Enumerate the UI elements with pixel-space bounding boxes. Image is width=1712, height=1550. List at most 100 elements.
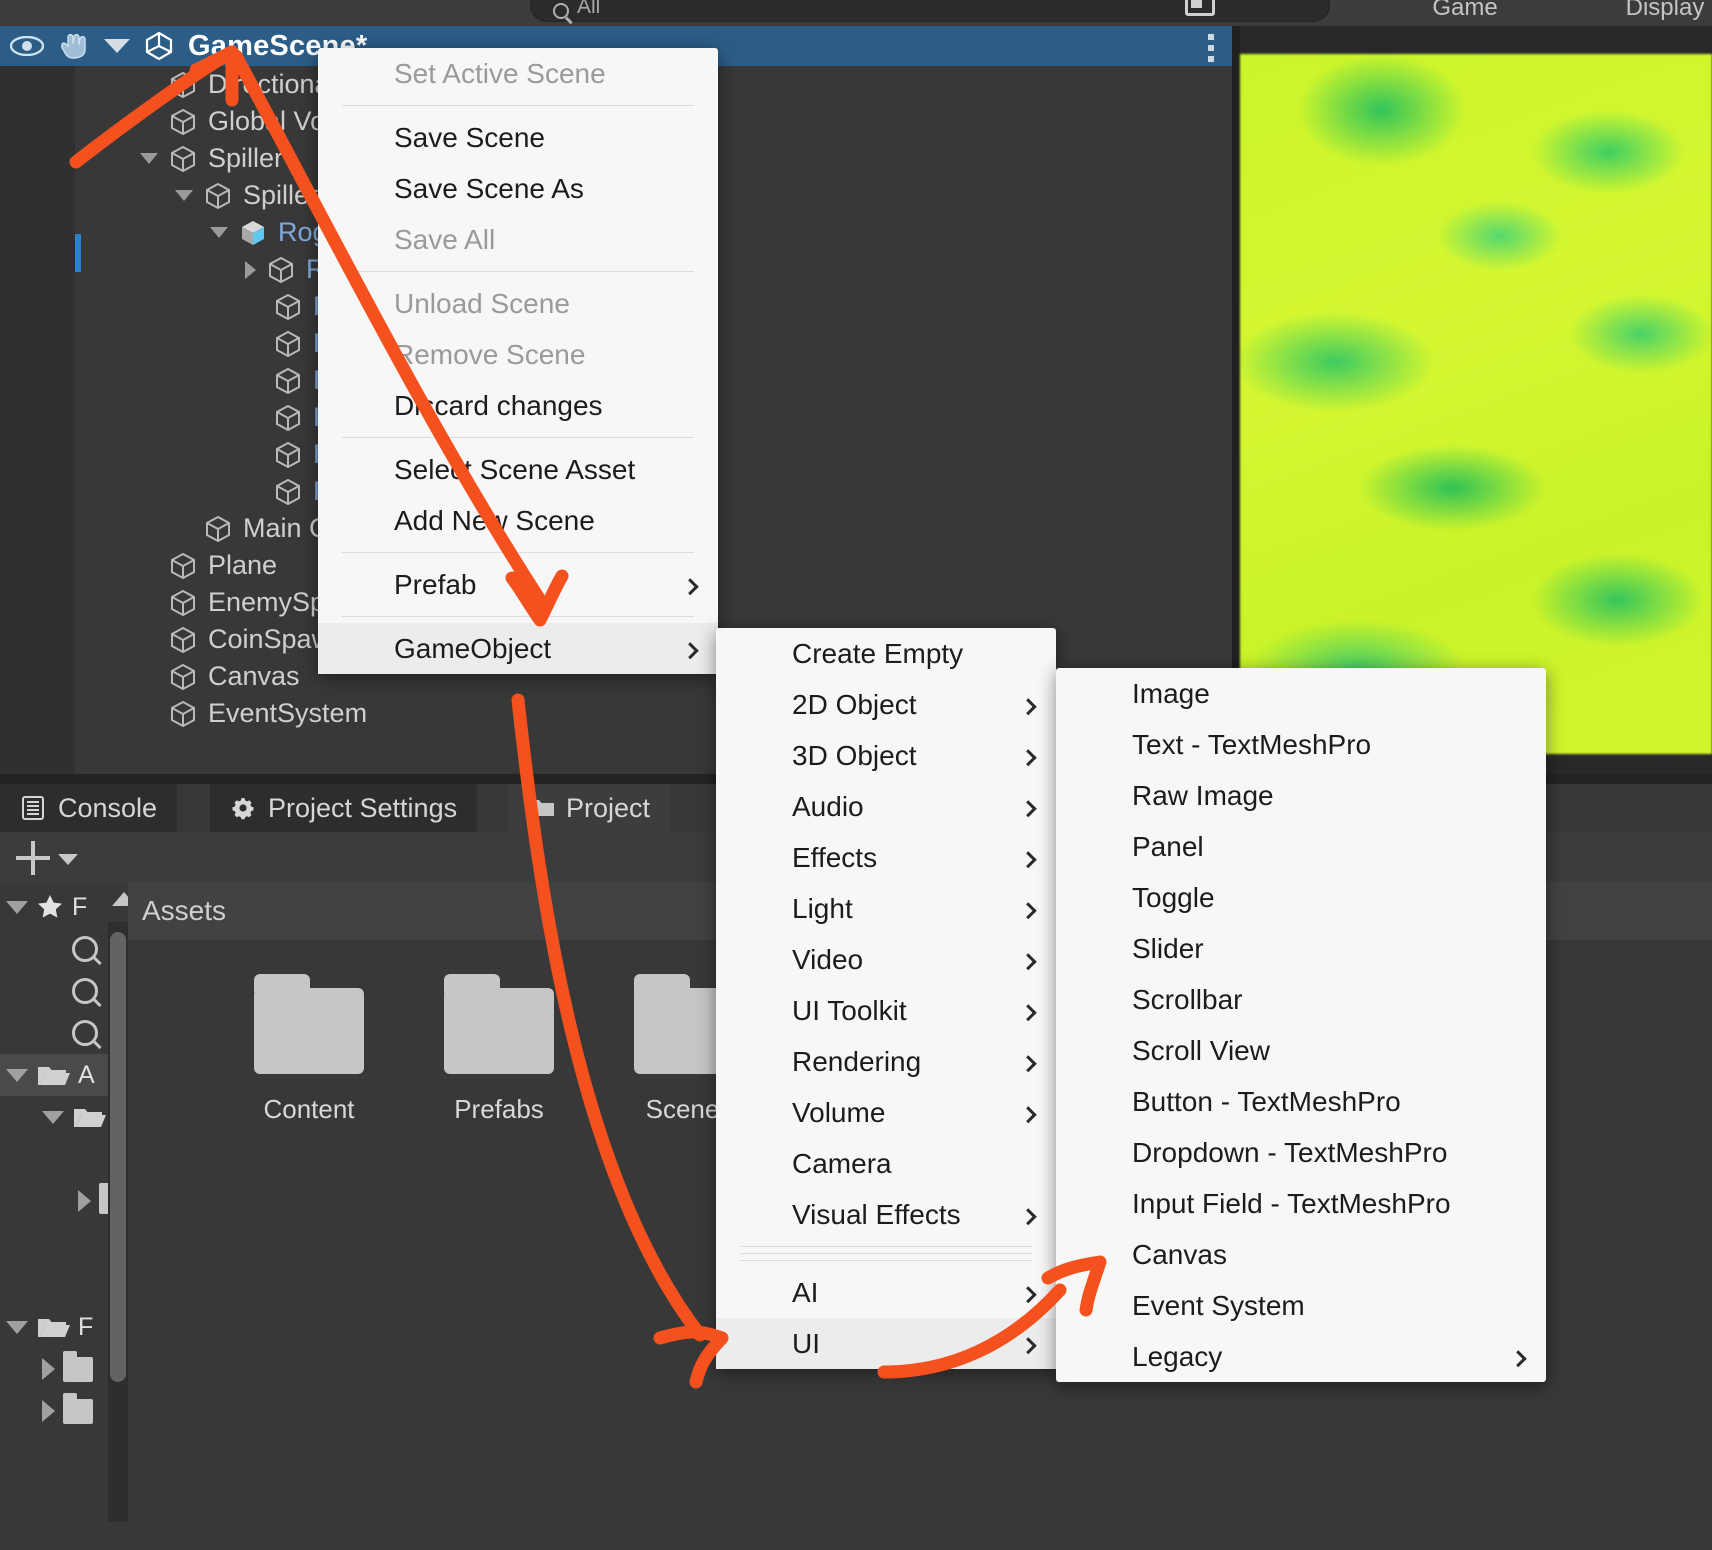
project-tree-row[interactable]: F: [0, 886, 87, 928]
tab-project-settings[interactable]: Project Settings: [210, 784, 478, 832]
menu-item[interactable]: Text - TextMeshPro: [1056, 719, 1546, 770]
menu-item-label: Raw Image: [1132, 779, 1274, 811]
chevron-right-icon[interactable]: [42, 1400, 55, 1422]
menu-item[interactable]: Toggle: [1056, 872, 1546, 923]
menu-item[interactable]: UI Toolkit: [716, 985, 1056, 1036]
menu-item-label: Create Empty: [792, 637, 964, 669]
project-tree-row[interactable]: [0, 928, 106, 970]
gameobject-cube-icon: [273, 329, 303, 359]
menu-item[interactable]: Raw Image: [1056, 770, 1546, 821]
menu-item[interactable]: Panel: [1056, 821, 1546, 872]
project-tree-row[interactable]: [0, 1096, 114, 1138]
menu-item[interactable]: Add New Scene: [318, 495, 718, 546]
chevron-down-icon[interactable]: [210, 227, 228, 238]
menu-item[interactable]: Prefab: [318, 559, 718, 610]
chevron-down-icon[interactable]: [6, 1068, 28, 1082]
menu-item[interactable]: Button - TextMeshPro: [1056, 1076, 1546, 1127]
menu-item[interactable]: 3D Object: [716, 730, 1056, 781]
menu-item[interactable]: Visual Effects: [716, 1189, 1056, 1240]
hierarchy-row[interactable]: Spiller: [140, 140, 283, 177]
menu-item[interactable]: AI: [716, 1267, 1056, 1318]
chevron-right-icon: [1509, 1349, 1527, 1367]
hierarchy-row[interactable]: CoinSpawn: [140, 621, 346, 658]
chevron-down-icon[interactable]: [58, 854, 78, 865]
hierarchy-row[interactable]: Directiona: [140, 66, 330, 103]
menu-item[interactable]: Canvas: [1056, 1229, 1546, 1280]
chevron-down-icon[interactable]: [6, 1320, 28, 1334]
project-tree-scrollbar[interactable]: [108, 922, 128, 1522]
hierarchy-row-label: Canvas: [208, 661, 300, 691]
project-tree-label: A: [78, 1060, 95, 1089]
hierarchy-row[interactable]: Global Vol: [140, 103, 331, 140]
gameobject-cube-icon: [273, 366, 303, 396]
menu-item[interactable]: Discard changes: [318, 380, 718, 431]
menu-item[interactable]: Select Scene Asset: [318, 444, 718, 495]
menu-item[interactable]: UI: [716, 1318, 1056, 1369]
menu-separator: [740, 1246, 1032, 1247]
project-tree-row[interactable]: F: [0, 1306, 93, 1348]
menu-item[interactable]: Effects: [716, 832, 1056, 883]
folder-open-icon: [72, 1105, 106, 1129]
chevron-right-icon[interactable]: [245, 260, 256, 279]
hierarchy-row[interactable]: Canvas: [140, 658, 300, 695]
menu-item[interactable]: Create Empty: [716, 628, 1056, 679]
tab-display[interactable]: Display: [1590, 0, 1712, 22]
chevron-down-icon[interactable]: [140, 153, 158, 164]
menu-item[interactable]: Save Scene: [318, 112, 718, 163]
chevron-down-icon[interactable]: [42, 1110, 64, 1124]
hierarchy-row[interactable]: SpillerM: [175, 177, 341, 214]
project-tree-row[interactable]: [0, 1390, 101, 1432]
tab-game[interactable]: Game: [1350, 0, 1580, 22]
chevron-down-icon[interactable]: [6, 900, 28, 914]
hierarchy-row[interactable]: EventSystem: [140, 695, 367, 732]
menu-item[interactable]: Scrollbar: [1056, 974, 1546, 1025]
tab-project[interactable]: Project: [508, 784, 671, 832]
menu-item[interactable]: Camera: [716, 1138, 1056, 1189]
project-tree-row[interactable]: [0, 1348, 101, 1390]
menu-item[interactable]: 2D Object: [716, 679, 1056, 730]
gameobject-cube-icon: [168, 107, 198, 137]
menu-item-label: Effects: [792, 841, 878, 873]
menu-item[interactable]: Save Scene As: [318, 163, 718, 214]
menu-item[interactable]: Event System: [1056, 1280, 1546, 1331]
menu-item-label: Slider: [1132, 932, 1204, 964]
tab-project-label: Project: [566, 792, 651, 823]
eye-icon[interactable]: [10, 36, 44, 56]
gameobject-cube-icon: [273, 477, 303, 507]
menu-item[interactable]: Volume: [716, 1087, 1056, 1138]
menu-item[interactable]: GameObject: [318, 623, 718, 674]
menu-item[interactable]: Input Field - TextMeshPro: [1056, 1178, 1546, 1229]
add-icon[interactable]: [16, 841, 50, 875]
kebab-menu-icon[interactable]: [1208, 34, 1214, 67]
menu-item[interactable]: Light: [716, 883, 1056, 934]
menu-item-label: Text - TextMeshPro: [1132, 728, 1372, 760]
chevron-right-icon[interactable]: [78, 1190, 91, 1212]
hierarchy-row[interactable]: EnemySpa: [140, 584, 340, 621]
gameobject-cube-icon: [266, 255, 296, 285]
menu-item[interactable]: Audio: [716, 781, 1056, 832]
project-tree-row[interactable]: [0, 970, 106, 1012]
game-view-render[interactable]: [1240, 54, 1712, 754]
menu-item[interactable]: Dropdown - TextMeshPro: [1056, 1127, 1546, 1178]
menu-item[interactable]: Slider: [1056, 923, 1546, 974]
tab-console[interactable]: Console: [0, 784, 178, 832]
scene-fold-triangle-icon[interactable]: [104, 39, 130, 53]
menu-item[interactable]: Legacy: [1056, 1331, 1546, 1382]
menu-item[interactable]: Scroll View: [1056, 1025, 1546, 1076]
hierarchy-row[interactable]: Plane: [140, 547, 277, 584]
project-tree-row[interactable]: [0, 1012, 106, 1054]
scrollbar-thumb[interactable]: [110, 932, 126, 1382]
menu-item[interactable]: Video: [716, 934, 1056, 985]
menu-item-label: Audio: [792, 790, 864, 822]
menu-item[interactable]: Rendering: [716, 1036, 1056, 1087]
chevron-right-icon[interactable]: [42, 1358, 55, 1380]
search-icon: [72, 978, 98, 1004]
layout-window-icon[interactable]: [1185, 0, 1215, 16]
chevron-down-icon[interactable]: [175, 190, 193, 201]
hierarchy-row-label: Spiller: [208, 143, 284, 173]
tab-console-label: Console: [58, 792, 158, 823]
menu-item[interactable]: Image: [1056, 668, 1546, 719]
hand-icon[interactable]: [58, 33, 90, 59]
